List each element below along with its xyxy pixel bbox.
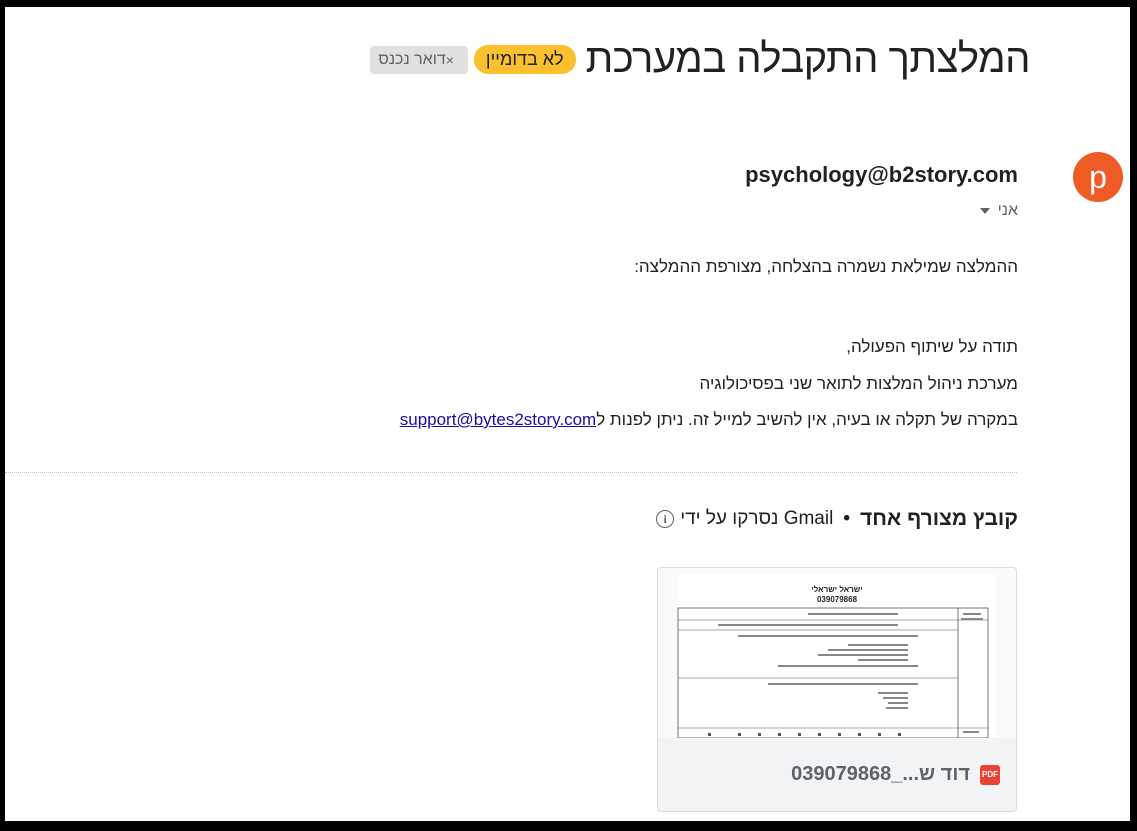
attachment-count: קובץ מצורף אחד xyxy=(859,507,1018,530)
info-icon[interactable]: i xyxy=(656,510,675,528)
support-email-link[interactable]: support@bytes2story.com xyxy=(400,410,596,429)
sender-avatar[interactable]: p xyxy=(1073,152,1123,202)
recipient-label: אני xyxy=(997,202,1018,219)
body-line-1: ההמלצה שמילאת נשמרה בהצלחה, מצורפת ההמלצ… xyxy=(634,257,1018,276)
body-line-4-text: במקרה של תקלה או בעיה, אין להשיב למייל ז… xyxy=(596,410,1018,429)
preview-title: ישראל ישראלי xyxy=(811,585,862,594)
email-view: המלצתך התקבלה במערכת לא בדומיין דואר נכנ… xyxy=(5,7,1130,821)
recipient-line[interactable]: אני xyxy=(979,202,1018,220)
inbox-label-chip[interactable]: דואר נכנס × xyxy=(370,45,468,74)
avatar-letter: p xyxy=(1089,158,1107,195)
body-line-3: מערכת ניהול המלצות לתואר שני בפסיכולוגיה xyxy=(699,374,1018,393)
attachment-filename: דוד ש..._039079868 xyxy=(791,763,970,785)
preview-id: 039079868 xyxy=(817,595,858,604)
details-caret-icon[interactable] xyxy=(979,208,990,214)
attachment-footer[interactable]: PDF דוד ש..._039079868 xyxy=(658,738,1016,811)
pdf-page-graphic: ישראל ישראלי 039079868 xyxy=(677,574,996,739)
attachments-header: קובץ מצורף אחד • נסרקו על ידי Gmail i xyxy=(656,507,1018,531)
subject-line: המלצתך התקבלה במערכת לא בדומיין דואר נכנ… xyxy=(370,37,1031,82)
inbox-label-text: דואר נכנס xyxy=(378,50,446,68)
important-label-chip[interactable]: לא בדומיין xyxy=(473,45,576,74)
body-line-4: במקרה של תקלה או בעיה, אין להשיב למייל ז… xyxy=(98,410,1018,430)
pdf-preview-thumbnail: ישראל ישראלי 039079868 xyxy=(658,568,1016,739)
attachment-divider xyxy=(5,472,1017,473)
scan-note: נסרקו על ידי Gmail xyxy=(680,508,834,529)
email-subject: המלצתך התקבלה במערכת xyxy=(585,37,1031,81)
remove-label-icon[interactable]: × xyxy=(446,52,454,68)
pdf-file-icon: PDF xyxy=(980,764,1000,785)
sender-address[interactable]: psychology@b2story.com xyxy=(745,162,1018,188)
header-separator: • xyxy=(843,508,850,529)
attachment-card[interactable]: ישראל ישראלי 039079868 PDF דוד ש..._0390… xyxy=(657,567,1017,812)
body-line-2: תודה על שיתוף הפעולה, xyxy=(846,337,1018,356)
